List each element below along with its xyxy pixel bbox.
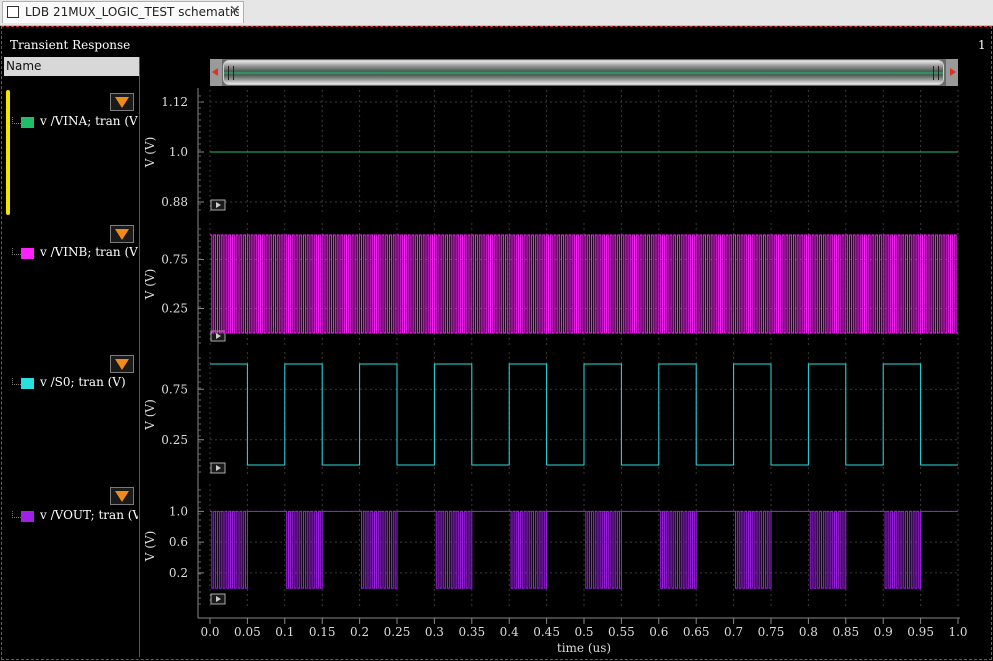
tree-line — [12, 117, 21, 124]
horizontal-scrollbar[interactable] — [210, 59, 958, 86]
close-icon[interactable]: ✕ — [229, 3, 241, 19]
trace-color-swatch — [21, 378, 34, 389]
selection-bar — [6, 90, 10, 215]
tab-label: LDB 21MUX_LOGIC_TEST schematic — [25, 5, 240, 19]
tab-bar: LDB 21MUX_LOGIC_TEST schematic ✕ — [0, 0, 993, 26]
trace-label: v /VINB; tran (V) — [40, 245, 138, 259]
tree-line — [12, 248, 21, 255]
trace-color-swatch — [21, 117, 34, 128]
filter-icon[interactable] — [110, 487, 134, 505]
window-frame — [1, 26, 992, 660]
grip-right-icon[interactable] — [933, 66, 939, 80]
filter-icon[interactable] — [110, 355, 134, 373]
tree-line — [12, 511, 21, 518]
trace-color-swatch — [21, 248, 34, 259]
scroll-left-icon[interactable] — [210, 59, 222, 86]
schematic-icon — [7, 6, 19, 18]
grip-left-icon[interactable] — [228, 66, 234, 80]
filter-icon[interactable] — [110, 93, 134, 111]
scrollbar-thumb[interactable] — [223, 60, 944, 85]
window-title: Transient Response — [10, 38, 131, 52]
trace-label: v /S0; tran (V) — [40, 375, 126, 389]
trace-label: v /VINA; tran (V) — [40, 114, 138, 128]
tab-schematic[interactable]: LDB 21MUX_LOGIC_TEST schematic ✕ — [2, 1, 244, 23]
name-column-header[interactable]: Name — [4, 57, 139, 76]
trace-label: v /VOUT; tran (V) — [40, 508, 138, 522]
filter-icon[interactable] — [110, 225, 134, 243]
window-index: 1 — [978, 38, 986, 52]
tree-line — [12, 378, 21, 385]
trace-color-swatch — [21, 511, 34, 522]
scroll-right-icon[interactable] — [946, 59, 958, 86]
